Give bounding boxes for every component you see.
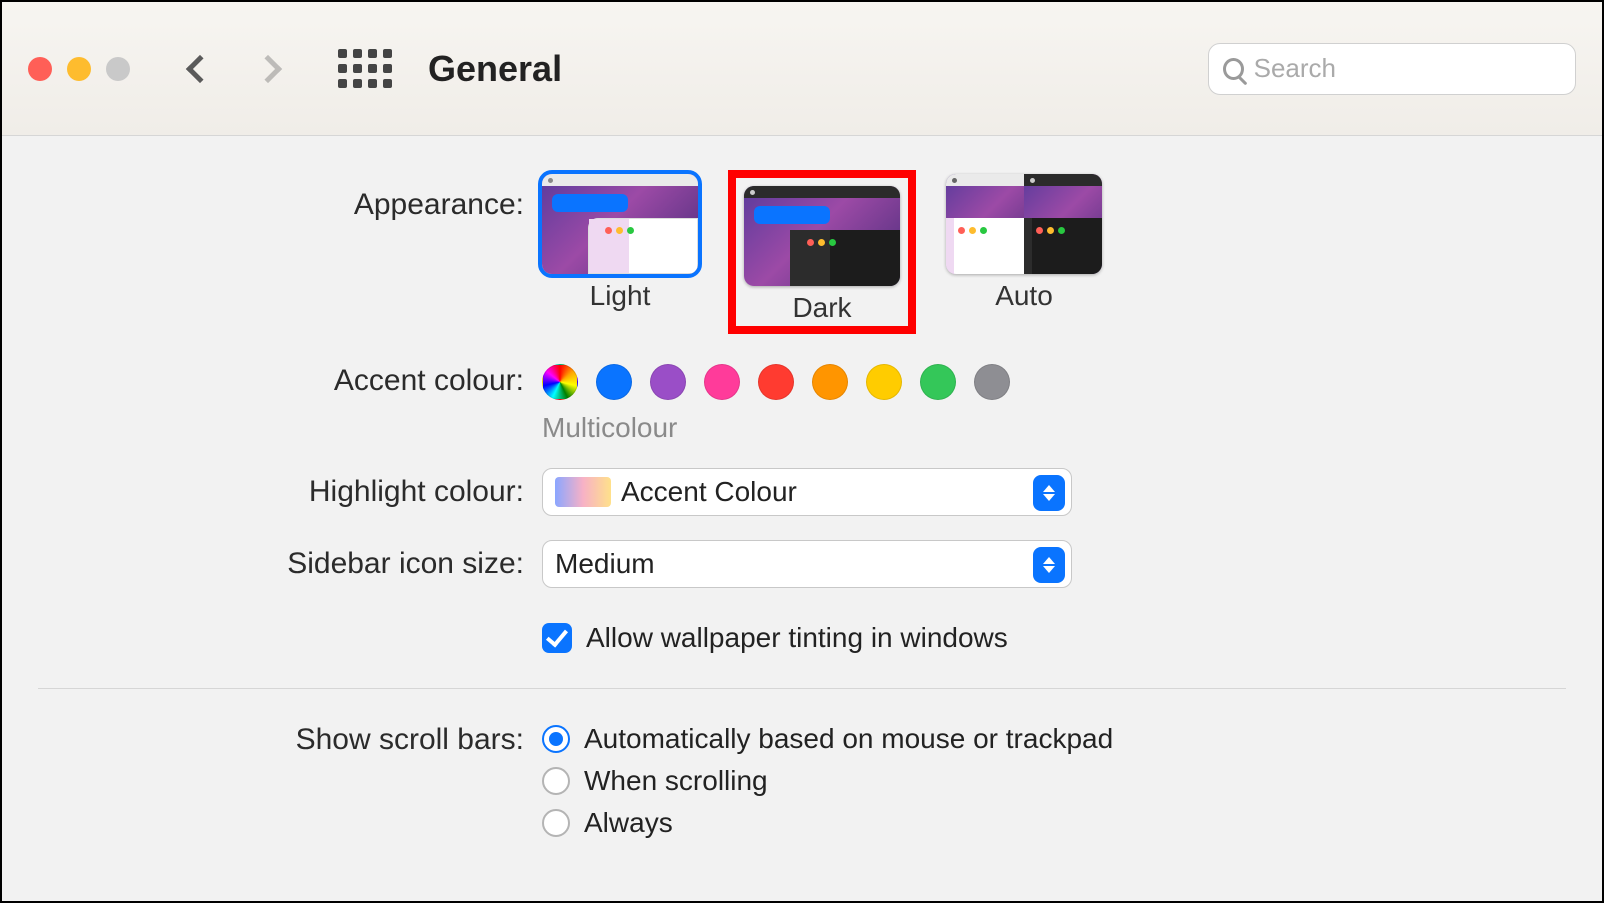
show-all-prefs-button[interactable] bbox=[338, 49, 392, 88]
back-button[interactable] bbox=[186, 54, 214, 82]
scrollbars-radio-group: Automatically based on mouse or trackpad… bbox=[542, 723, 1572, 839]
appearance-label: Appearance: bbox=[2, 148, 542, 222]
appearance-options: Light Dark bbox=[542, 148, 1572, 330]
appearance-option-dark[interactable]: Dark bbox=[732, 174, 912, 330]
radio-icon bbox=[542, 767, 570, 795]
appearance-option-label: Dark bbox=[792, 292, 851, 324]
close-window-button[interactable] bbox=[28, 57, 52, 81]
wallpaper-tinting-checkbox[interactable]: Allow wallpaper tinting in windows bbox=[542, 612, 1572, 654]
search-input[interactable] bbox=[1252, 52, 1561, 85]
scrollbars-option-when-scrolling[interactable]: When scrolling bbox=[542, 765, 1572, 797]
wallpaper-tinting-label: Allow wallpaper tinting in windows bbox=[586, 622, 1008, 654]
scrollbars-option-auto[interactable]: Automatically based on mouse or trackpad bbox=[542, 723, 1572, 755]
scrollbars-option-label: Always bbox=[584, 807, 673, 839]
accent-selected-name: Multicolour bbox=[542, 412, 1572, 444]
highlight-colour-select[interactable]: Accent Colour bbox=[542, 468, 1072, 516]
sidebar-icon-size-label: Sidebar icon size: bbox=[2, 547, 542, 581]
highlight-swatch-icon bbox=[555, 477, 611, 507]
accent-swatch-yellow[interactable] bbox=[866, 364, 902, 400]
toolbar: General bbox=[2, 2, 1602, 136]
page-title: General bbox=[428, 48, 562, 90]
radio-icon bbox=[542, 809, 570, 837]
select-stepper-icon bbox=[1033, 547, 1065, 583]
section-divider bbox=[38, 688, 1566, 689]
appearance-option-label: Auto bbox=[995, 280, 1053, 312]
appearance-thumb-light bbox=[542, 174, 698, 274]
radio-icon bbox=[542, 725, 570, 753]
highlight-colour-label: Highlight colour: bbox=[2, 475, 542, 509]
accent-colour-label: Accent colour: bbox=[2, 354, 542, 398]
search-field[interactable] bbox=[1208, 43, 1576, 95]
search-icon bbox=[1223, 58, 1244, 80]
scrollbars-option-always[interactable]: Always bbox=[542, 807, 1572, 839]
accent-swatch-green[interactable] bbox=[920, 364, 956, 400]
preferences-content: Appearance: Light bbox=[2, 136, 1602, 901]
nav-arrows bbox=[190, 59, 278, 79]
scrollbars-option-label: Automatically based on mouse or trackpad bbox=[584, 723, 1113, 755]
accent-swatch-blue[interactable] bbox=[596, 364, 632, 400]
forward-button bbox=[254, 54, 282, 82]
appearance-option-light[interactable]: Light bbox=[542, 174, 698, 312]
appearance-option-label: Light bbox=[590, 280, 651, 312]
minimize-window-button[interactable] bbox=[67, 57, 91, 81]
accent-swatch-red[interactable] bbox=[758, 364, 794, 400]
accent-colour-swatches bbox=[542, 354, 1572, 400]
appearance-option-auto[interactable]: Auto bbox=[946, 174, 1102, 312]
appearance-thumb-dark bbox=[744, 186, 900, 286]
appearance-thumb-auto bbox=[946, 174, 1102, 274]
highlight-colour-value: Accent Colour bbox=[621, 476, 797, 508]
sidebar-icon-size-value: Medium bbox=[555, 548, 655, 580]
sidebar-icon-size-select[interactable]: Medium bbox=[542, 540, 1072, 588]
zoom-window-button[interactable] bbox=[106, 57, 130, 81]
accent-swatch-purple[interactable] bbox=[650, 364, 686, 400]
accent-swatch-multicolour[interactable] bbox=[542, 364, 578, 400]
accent-swatch-pink[interactable] bbox=[704, 364, 740, 400]
scrollbars-label: Show scroll bars: bbox=[2, 723, 542, 757]
checkbox-icon bbox=[542, 623, 572, 653]
window-controls bbox=[28, 57, 130, 81]
select-stepper-icon bbox=[1033, 475, 1065, 511]
accent-swatch-graphite[interactable] bbox=[974, 364, 1010, 400]
accent-swatch-orange[interactable] bbox=[812, 364, 848, 400]
scrollbars-option-label: When scrolling bbox=[584, 765, 768, 797]
